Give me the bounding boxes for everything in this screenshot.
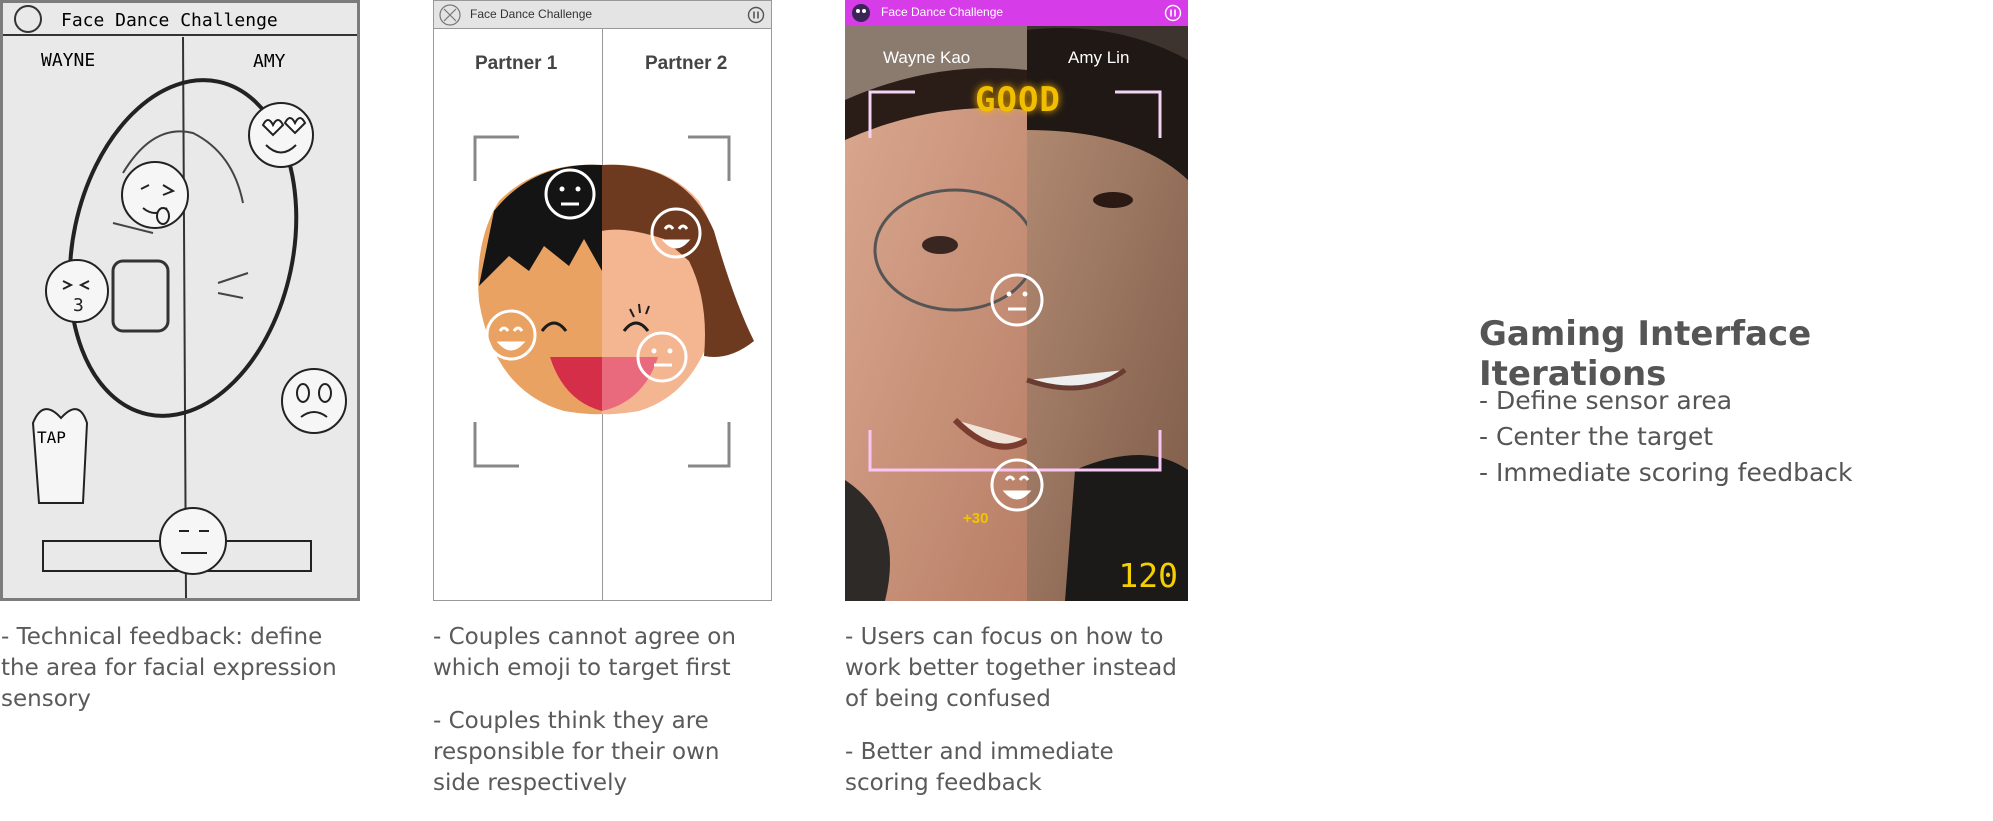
sketch-drawing: 3 TAP Face Dance Challenge WAYNE AMY <box>3 5 357 599</box>
paper-prototype-sketch: 3 TAP Face Dance Challenge WAYNE AMY <box>0 0 360 601</box>
target-emoji-neutral-top <box>544 168 596 220</box>
section-heading: Gaming Interface Iterations <box>1479 314 1812 394</box>
photo-captions: - Users can focus on how to work better … <box>845 622 1185 821</box>
sketch-emoji-neutral <box>159 507 227 575</box>
sketch-caption-text: - Technical feedback: define the area fo… <box>1 624 337 712</box>
app-logo-icon <box>852 4 870 22</box>
summary-bullet-3: - Immediate scoring feedback <box>1479 458 1853 487</box>
summary-bullet-2: - Center the target <box>1479 422 1714 451</box>
sketch-right-name: AMY <box>253 51 286 72</box>
player-right-name: Amy Lin <box>1068 48 1130 67</box>
wireframe-mockup: Face Dance Challenge Partner 1 Partner 2 <box>433 0 772 601</box>
wireframe-face-illustration <box>473 135 754 468</box>
summary-bullet-1: - Define sensor area <box>1479 386 1733 415</box>
sketch-caption: - Technical feedback: define the area fo… <box>1 622 341 737</box>
sketch-emoji-tongue <box>121 161 189 229</box>
pause-icon[interactable] <box>1164 4 1182 22</box>
game-title: Face Dance Challenge <box>881 5 1004 19</box>
live-game-screen: Face Dance Challenge Wayne Kao Amy Lin G… <box>845 0 1188 601</box>
sketch-left-name: WAYNE <box>41 50 95 71</box>
player-left-name: Wayne Kao <box>883 48 971 67</box>
sketch-heart-tap <box>31 408 89 504</box>
bonus-points: +30 <box>963 510 989 527</box>
wireframe-captions: - Couples cannot agree on which emoji to… <box>433 622 743 821</box>
score-counter: 120 <box>1118 556 1178 595</box>
svg-text:3: 3 <box>73 295 84 316</box>
sketch-logo-icon <box>14 5 42 33</box>
sketch-title: Face Dance Challenge <box>61 10 278 31</box>
sketch-tap-label: TAP <box>37 428 66 447</box>
sketch-emoji-squint: 3 <box>45 259 109 323</box>
sketch-emoji-sad <box>281 368 347 434</box>
game-title-bar: Face Dance Challenge <box>845 0 1188 26</box>
photo-caption-1: - Users can focus on how to work better … <box>845 624 1177 712</box>
wireframe-caption-1: - Couples cannot agree on which emoji to… <box>433 624 736 681</box>
feedback-label: GOOD <box>975 80 1061 120</box>
sketch-emoji-heart-eyes <box>248 102 314 168</box>
photo-caption-2: - Better and immediate scoring feedback <box>845 739 1114 796</box>
wireframe-caption-2: - Couples think they are responsible for… <box>433 708 720 796</box>
